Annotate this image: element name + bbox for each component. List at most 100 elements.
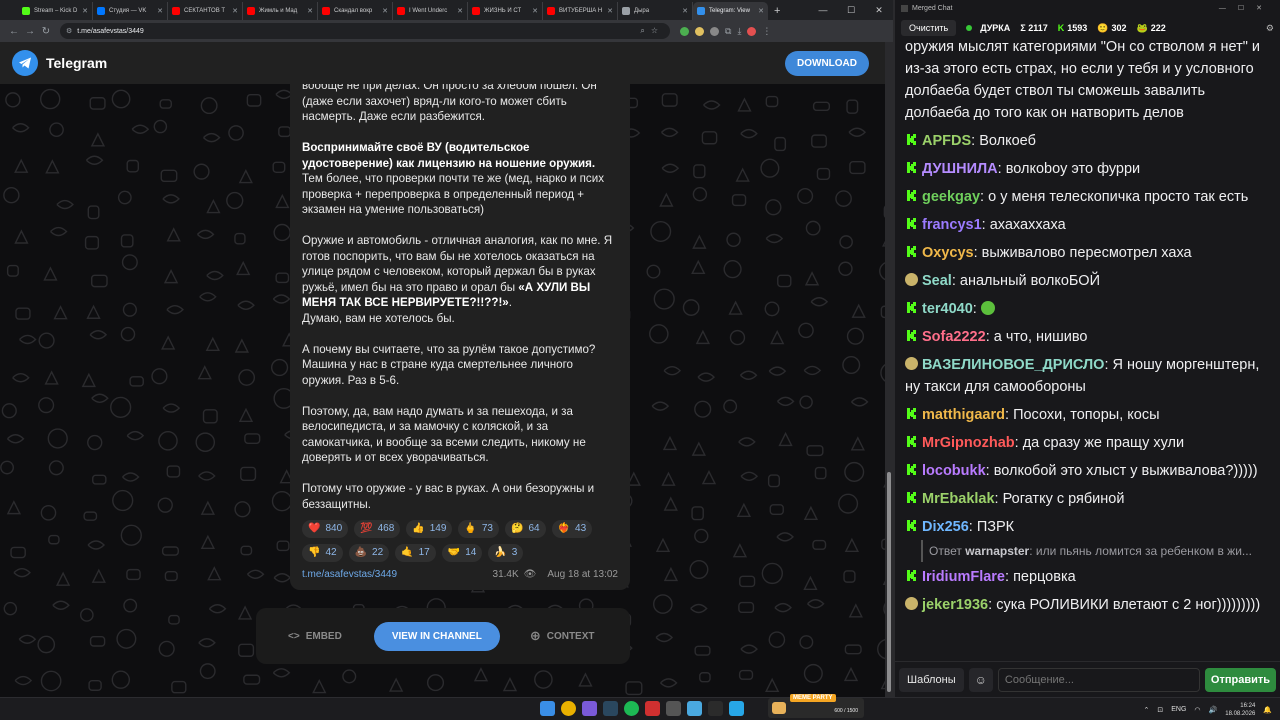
zoom-icon[interactable]: ⌕ bbox=[640, 26, 650, 35]
chat-username[interactable]: francys1 bbox=[922, 217, 982, 233]
menu-icon[interactable]: ⋮ bbox=[762, 26, 771, 37]
embed-button[interactable]: <> EMBED bbox=[288, 631, 342, 642]
chat-username[interactable]: APFDS bbox=[922, 133, 971, 149]
browser-tab[interactable]: Жимль и Мад ✕ bbox=[243, 2, 318, 20]
chevron-up-icon[interactable]: ⌃ bbox=[1144, 706, 1150, 714]
puzzle-icon[interactable]: ⧉ bbox=[725, 26, 731, 37]
app-icon[interactable] bbox=[582, 701, 597, 716]
message-input[interactable] bbox=[997, 667, 1200, 692]
tab-close-icon[interactable]: ✕ bbox=[307, 7, 313, 15]
telegram-taskbar-icon[interactable] bbox=[729, 701, 744, 716]
send-button[interactable]: Отправить bbox=[1204, 667, 1276, 692]
maximize-button[interactable]: ☐ bbox=[837, 0, 865, 20]
reaction-chip[interactable]: 💩 22 bbox=[348, 543, 390, 562]
tab-close-icon[interactable]: ✕ bbox=[232, 7, 238, 15]
chat-username[interactable]: locobukk bbox=[922, 463, 986, 479]
chat-username[interactable]: MrGipnozhab bbox=[922, 435, 1015, 451]
reaction-chip[interactable]: 💯 468 bbox=[354, 519, 401, 538]
download-button[interactable]: DOWNLOAD bbox=[785, 50, 869, 76]
chat-username[interactable]: Sofa2222 bbox=[922, 329, 986, 345]
chrome-icon[interactable] bbox=[561, 701, 576, 716]
gear-icon[interactable]: ⚙ bbox=[1266, 23, 1274, 34]
view-in-channel-button[interactable]: VIEW IN CHANNEL bbox=[373, 621, 500, 651]
reload-icon[interactable]: ↻ bbox=[38, 26, 54, 37]
windows-start-icon[interactable] bbox=[540, 701, 555, 716]
reaction-chip[interactable]: 🤝 14 bbox=[441, 543, 483, 562]
browser-tab[interactable]: Telegram: View ✕ bbox=[693, 2, 768, 20]
app-icon[interactable] bbox=[687, 701, 702, 716]
browser-tab[interactable]: Скандал вокр ✕ bbox=[318, 2, 393, 20]
browser-tab[interactable]: Дыра ✕ bbox=[618, 2, 693, 20]
chat-username[interactable]: matthigaard bbox=[922, 407, 1005, 423]
templates-button[interactable]: Шаблоны bbox=[899, 667, 964, 692]
context-button[interactable]: ⊕ CONTEXT bbox=[530, 628, 595, 644]
emoji-icon[interactable]: ☺ bbox=[968, 667, 993, 692]
tab-close-icon[interactable]: ✕ bbox=[382, 7, 388, 15]
post-link[interactable]: t.me/asafevstas/3449 bbox=[302, 569, 397, 580]
browser-tab[interactable]: ВИТУБЕРША Н ✕ bbox=[543, 2, 618, 20]
telegram-brand[interactable]: Telegram bbox=[46, 55, 107, 71]
minimize-button[interactable]: — bbox=[809, 0, 837, 20]
tab-close-icon[interactable]: ✕ bbox=[532, 7, 538, 15]
reaction-chip[interactable]: 🍌 3 bbox=[488, 543, 524, 562]
chat-username[interactable]: ДУШНИЛА bbox=[922, 161, 998, 177]
chat-messages[interactable]: оружия мыслят категориями "Он со стволом… bbox=[895, 36, 1280, 658]
chat-username[interactable]: ter4040 bbox=[922, 301, 973, 317]
chat-username[interactable]: geekgay bbox=[922, 189, 980, 205]
tab-close-icon[interactable]: ✕ bbox=[607, 7, 613, 15]
extension-icon[interactable] bbox=[695, 26, 704, 36]
back-icon[interactable]: ← bbox=[6, 26, 22, 37]
reaction-chip[interactable]: 👎 42 bbox=[302, 543, 343, 562]
tab-close-icon[interactable]: ✕ bbox=[457, 7, 463, 15]
url-input[interactable]: ⚙ t.me/asafevstas/3449 ⌕☆ bbox=[60, 23, 670, 39]
browser-tab[interactable]: СЕКТАНТОВ Т ✕ bbox=[168, 2, 243, 20]
tab-close-icon[interactable]: ✕ bbox=[82, 7, 88, 15]
window-controls[interactable]: —☐✕ bbox=[1219, 4, 1274, 12]
network-icon[interactable]: ⊡ bbox=[1157, 706, 1163, 714]
scroll-thumb[interactable] bbox=[887, 472, 891, 692]
chat-username[interactable]: Oxycys bbox=[922, 245, 974, 261]
reaction-chip[interactable]: 👍 149 bbox=[406, 519, 453, 538]
app-icon[interactable] bbox=[645, 701, 660, 716]
chat-username[interactable]: MrEbaklak bbox=[922, 491, 995, 507]
steam-icon[interactable] bbox=[603, 701, 618, 716]
page-scrollbar[interactable] bbox=[885, 42, 893, 697]
new-tab-icon[interactable]: + bbox=[774, 2, 780, 20]
reaction-chip[interactable]: 🖕 73 bbox=[458, 519, 499, 538]
tab-close-icon[interactable]: ✕ bbox=[157, 7, 163, 15]
reaction-chip[interactable]: ❤️‍🔥 43 bbox=[551, 519, 593, 538]
total-viewers: Σ 2117 bbox=[1020, 23, 1048, 33]
browser-tab[interactable]: Stream – Kick D ✕ bbox=[18, 2, 93, 20]
chat-username[interactable]: IridiumFlare bbox=[922, 569, 1005, 585]
forward-icon[interactable]: → bbox=[22, 26, 38, 37]
obs-icon[interactable] bbox=[666, 701, 681, 716]
site-info-icon[interactable]: ⚙ bbox=[66, 27, 72, 35]
tab-close-icon[interactable]: ✕ bbox=[682, 7, 688, 15]
download-icon[interactable]: ⤓ bbox=[737, 26, 741, 37]
browser-tab[interactable]: Студия — VK ✕ bbox=[93, 2, 168, 20]
wifi-icon[interactable]: ◠ bbox=[1194, 706, 1200, 714]
telegram-logo-icon[interactable] bbox=[12, 50, 38, 76]
chat-username[interactable]: Dix256 bbox=[922, 519, 969, 535]
language-indicator[interactable]: ENG bbox=[1171, 706, 1186, 713]
bookmark-star-icon[interactable]: ☆ bbox=[651, 26, 664, 35]
reaction-chip[interactable]: 🤙 17 bbox=[395, 543, 436, 562]
clear-button[interactable]: Очистить bbox=[901, 20, 957, 36]
chat-username[interactable]: jeker1936 bbox=[922, 597, 988, 613]
clock[interactable]: 16:24 18.08.2026 bbox=[1225, 702, 1255, 718]
extension-icon[interactable] bbox=[710, 26, 719, 36]
browser-tab[interactable]: I Went Underc ✕ bbox=[393, 2, 468, 20]
profile-avatar[interactable] bbox=[747, 26, 757, 36]
extension-icon[interactable] bbox=[680, 26, 689, 36]
volume-icon[interactable]: 🔊 bbox=[1209, 706, 1218, 714]
spotify-icon[interactable] bbox=[624, 701, 639, 716]
app-icon[interactable] bbox=[708, 701, 723, 716]
browser-tab[interactable]: ЖИЗНЬ И СТ ✕ bbox=[468, 2, 543, 20]
reaction-chip[interactable]: 🤔 64 bbox=[505, 519, 546, 538]
chat-username[interactable]: ВАЗЕЛИНОВОЕ_ДРИСЛО bbox=[922, 357, 1104, 373]
chat-username[interactable]: Seal bbox=[922, 273, 952, 289]
tab-close-icon[interactable]: ✕ bbox=[758, 7, 764, 15]
reaction-chip[interactable]: ❤️ 840 bbox=[302, 519, 349, 538]
notification-icon[interactable]: 🔔 bbox=[1263, 706, 1272, 714]
close-button[interactable]: ✕ bbox=[865, 0, 893, 20]
